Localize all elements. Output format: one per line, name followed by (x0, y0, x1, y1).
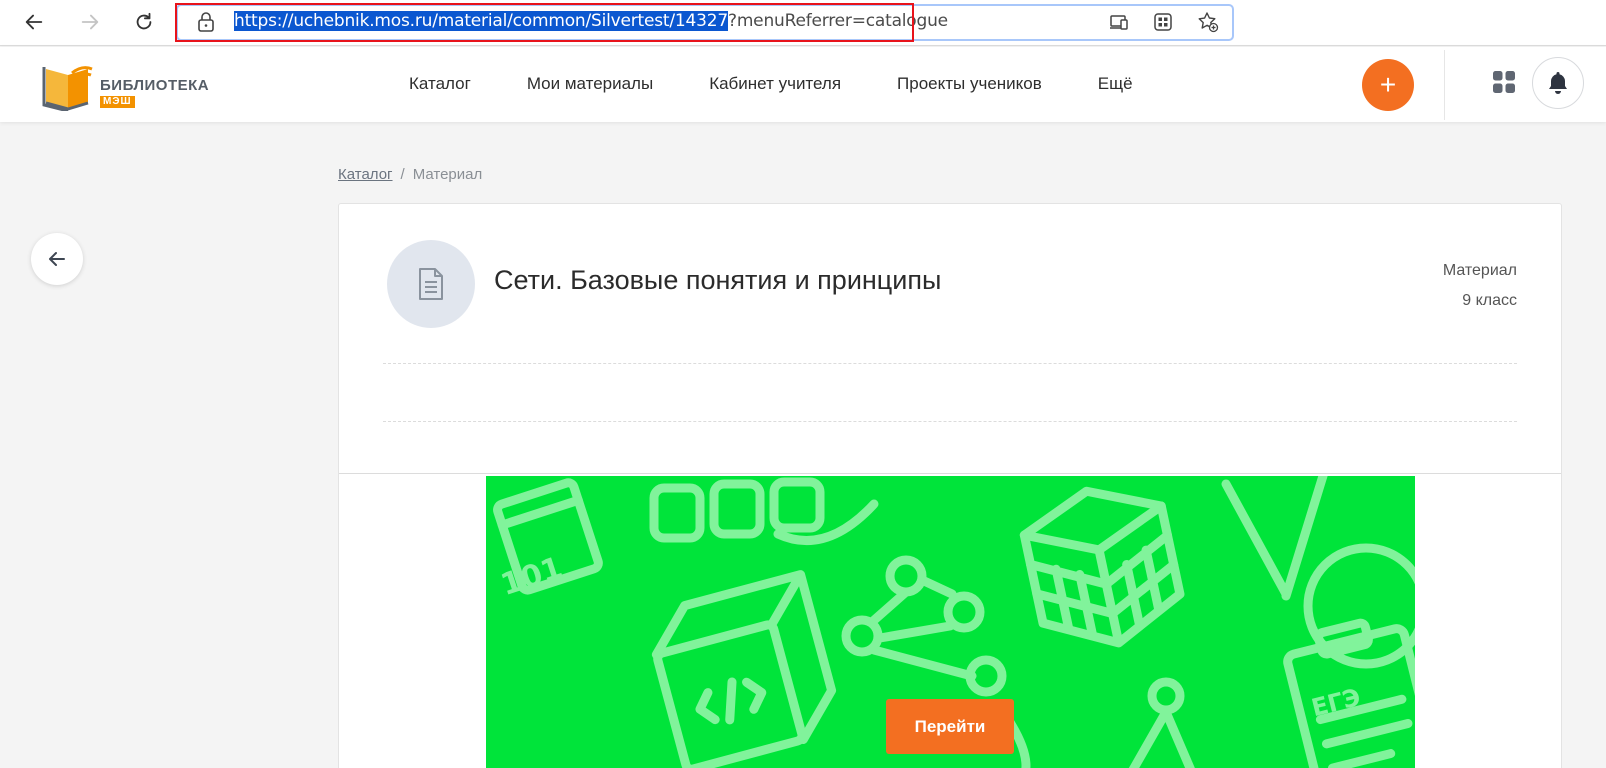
library-logo[interactable]: БИБЛИОТЕКА МЭШ (42, 59, 222, 113)
url-highlight-box (175, 3, 914, 42)
arrow-left-icon (49, 252, 65, 266)
material-card: Сети. Базовые понятия и принципы Материа… (338, 203, 1562, 768)
material-cover-image: 101 ЕГЭ Перейти (486, 476, 1415, 768)
create-plus-button[interactable]: + (1362, 59, 1414, 111)
svg-text:ЕГЭ: ЕГЭ (1309, 683, 1364, 722)
favorites-add-icon[interactable] (1197, 11, 1219, 33)
site-header: БИБЛИОТЕКА МЭШ Каталог Мои материалы Каб… (0, 47, 1606, 122)
device-cast-icon[interactable] (1108, 11, 1130, 33)
bell-icon (1549, 72, 1567, 94)
header-divider (1444, 50, 1445, 120)
document-icon (419, 268, 443, 300)
breadcrumb-current: Материал (412, 166, 483, 183)
nav-my-materials[interactable]: Мои материалы (527, 74, 653, 94)
dashed-divider (383, 421, 1517, 422)
nav-more[interactable]: Ещё (1098, 74, 1133, 94)
book-logo-icon (42, 66, 93, 113)
notifications-button[interactable] (1532, 57, 1584, 109)
breadcrumb: Каталог / Материал (338, 166, 482, 183)
card-divider (339, 473, 1561, 474)
breadcrumb-separator: / (400, 166, 405, 183)
nav-catalog[interactable]: Каталог (409, 74, 471, 94)
go-button[interactable]: Перейти (886, 699, 1014, 754)
material-type: Материал (1442, 262, 1517, 279)
main-navigation: Каталог Мои материалы Кабинет учителя Пр… (409, 74, 1189, 94)
back-arrow-icon[interactable] (17, 5, 51, 39)
svg-text:101: 101 (497, 550, 567, 603)
nav-teacher-cabinet[interactable]: Кабинет учителя (709, 74, 841, 94)
breadcrumb-catalog-link[interactable]: Каталог (338, 166, 393, 183)
apps-grid-icon[interactable] (1492, 70, 1516, 94)
forward-arrow-icon[interactable] (73, 5, 107, 39)
plus-icon: + (1379, 69, 1397, 100)
logo-subtitle: МЭШ (100, 96, 135, 108)
logo-title: БИБЛИОТЕКА (100, 77, 210, 94)
qr-grid-icon[interactable] (1152, 11, 1174, 33)
material-grade: 9 класс (1462, 292, 1517, 309)
material-title: Сети. Базовые понятия и принципы (494, 265, 942, 295)
dashed-divider (383, 363, 1517, 364)
material-meta: Материал 9 класс (1443, 256, 1517, 316)
document-avatar (387, 240, 475, 328)
browser-toolbar: https://uchebnik.mos.ru/material/common/… (0, 0, 1606, 46)
reload-icon[interactable] (127, 5, 161, 39)
back-button[interactable] (31, 233, 83, 285)
nav-student-projects[interactable]: Проекты учеников (897, 74, 1042, 94)
